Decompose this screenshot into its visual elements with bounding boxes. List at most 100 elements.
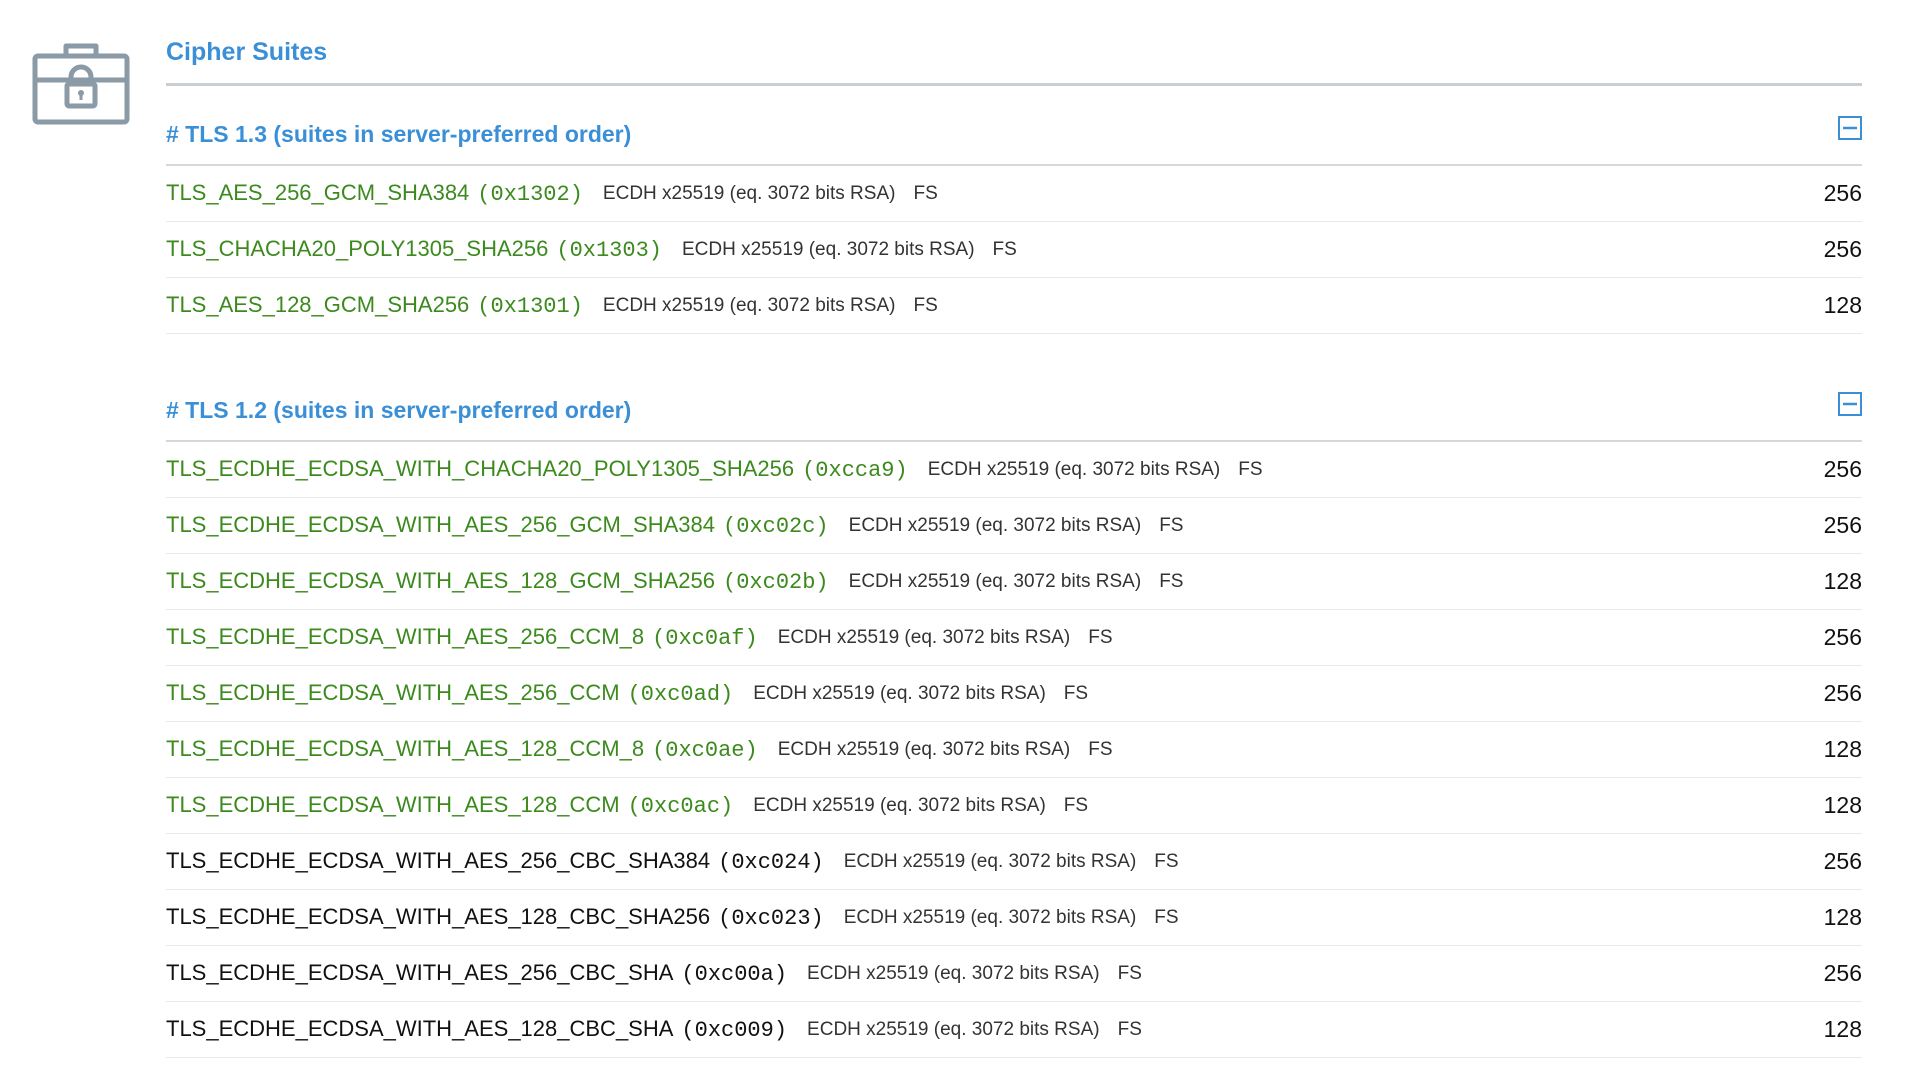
suite-name: TLS_CHACHA20_POLY1305_SHA256 (0x1303) bbox=[166, 236, 662, 263]
forward-secrecy-label: FS bbox=[1117, 962, 1142, 984]
cipher-suite-row: TLS_ECDHE_ECDSA_WITH_AES_128_CCM_8 (0xc0a… bbox=[166, 722, 1862, 778]
key-exchange-info: ECDH x25519 (eq. 3072 bits RSA) bbox=[843, 850, 1137, 872]
suite-name: TLS_ECDHE_ECDSA_WITH_AES_256_CBC_SHA (0xc… bbox=[166, 960, 787, 987]
suite-name-text: TLS_ECDHE_ECDSA_WITH_AES_256_CBC_SHA bbox=[166, 960, 674, 985]
tls13-suite-list: TLS_AES_256_GCM_SHA384 (0x1302) ECDH x2551… bbox=[166, 166, 1862, 334]
suite-name-text: TLS_AES_128_GCM_SHA256 bbox=[166, 292, 470, 317]
forward-secrecy-label: FS bbox=[1159, 570, 1184, 592]
section-title: Cipher Suites bbox=[166, 0, 1862, 86]
key-exchange-info: ECDH x25519 (eq. 3072 bits RSA) bbox=[807, 1018, 1100, 1040]
suite-name-text: TLS_AES_256_GCM_SHA384 bbox=[166, 180, 470, 205]
suite-name: TLS_ECDHE_ECDSA_WITH_AES_256_CCM (0xc0ad) bbox=[166, 680, 733, 707]
cipher-strength-bits: 128 bbox=[1823, 1016, 1862, 1042]
cipher-suite-row: TLS_AES_256_GCM_SHA384 (0x1302) ECDH x2551… bbox=[166, 166, 1862, 222]
cipher-suites-section: Cipher Suites # TLS 1.3 (suites in serve… bbox=[166, 0, 1862, 1058]
cipher-suite-row: TLS_ECDHE_ECDSA_WITH_CHACHA20_POLY1305_S… bbox=[166, 442, 1862, 498]
suite-code: (0xc0ae) bbox=[652, 738, 758, 763]
suite-name-text: TLS_ECDHE_ECDSA_WITH_AES_128_CBC_SHA256 bbox=[166, 904, 711, 929]
cipher-suite-row: TLS_ECDHE_ECDSA_WITH_AES_256_CCM_8 (0xc0a… bbox=[166, 610, 1862, 666]
suite-code: (0xc0af) bbox=[652, 626, 758, 651]
lock-toolbox-icon bbox=[32, 43, 130, 125]
suite-name: TLS_AES_256_GCM_SHA384 (0x1302) bbox=[166, 180, 583, 207]
key-exchange-info: ECDH x25519 (eq. 3072 bits RSA) bbox=[753, 682, 1046, 704]
group-header-tls13: # TLS 1.3 (suites in server-preferred or… bbox=[166, 86, 1862, 166]
suite-code: (0x1303) bbox=[556, 238, 662, 263]
key-exchange-info: ECDH x25519 (eq. 3072 bits RSA) bbox=[777, 626, 1071, 648]
suite-name-text: TLS_ECDHE_ECDSA_WITH_AES_128_GCM_SHA256 bbox=[166, 568, 716, 593]
cipher-suite-row: TLS_CHACHA20_POLY1305_SHA256 (0x1303) ECDH… bbox=[166, 222, 1862, 278]
suite-name: TLS_AES_128_GCM_SHA256 (0x1301) bbox=[166, 292, 583, 319]
cipher-suite-row: TLS_ECDHE_ECDSA_WITH_AES_256_GCM_SHA384 (… bbox=[166, 498, 1862, 554]
key-exchange-info: ECDH x25519 (eq. 3072 bits RSA) bbox=[602, 182, 896, 204]
forward-secrecy-label: FS bbox=[1063, 794, 1089, 816]
suite-name-text: TLS_ECDHE_ECDSA_WITH_AES_256_CBC_SHA384 bbox=[166, 848, 711, 873]
collapse-tls12-minus-square-icon[interactable] bbox=[1838, 392, 1862, 416]
collapse-tls13-minus-square-icon[interactable] bbox=[1838, 116, 1862, 140]
forward-secrecy-label: FS bbox=[1063, 682, 1089, 704]
forward-secrecy-label: FS bbox=[1117, 1018, 1142, 1040]
cipher-suite-row: TLS_ECDHE_ECDSA_WITH_AES_128_GCM_SHA256 (… bbox=[166, 554, 1862, 610]
suite-code: (0xc009) bbox=[681, 1018, 788, 1043]
suite-name-text: TLS_ECDHE_ECDSA_WITH_CHACHA20_POLY1305_S… bbox=[166, 456, 795, 481]
suite-name: TLS_ECDHE_ECDSA_WITH_AES_256_CCM_8 (0xc0a… bbox=[166, 624, 758, 651]
suite-name: TLS_ECDHE_ECDSA_WITH_AES_128_CCM_8 (0xc0a… bbox=[166, 736, 758, 763]
cipher-suites-page: Cipher Suites # TLS 1.3 (suites in serve… bbox=[0, 0, 1920, 1091]
cipher-strength-bits: 256 bbox=[1823, 456, 1862, 482]
suite-code: (0xc0ad) bbox=[627, 682, 734, 707]
forward-secrecy-label: FS bbox=[1154, 906, 1179, 928]
key-exchange-info: ECDH x25519 (eq. 3072 bits RSA) bbox=[777, 738, 1071, 760]
cipher-strength-bits: 128 bbox=[1823, 904, 1862, 930]
key-exchange-info: ECDH x25519 (eq. 3072 bits RSA) bbox=[848, 514, 1142, 536]
cipher-strength-bits: 256 bbox=[1823, 624, 1862, 650]
tls12-suite-list: TLS_ECDHE_ECDSA_WITH_CHACHA20_POLY1305_S… bbox=[166, 442, 1862, 1058]
cipher-strength-bits: 128 bbox=[1823, 292, 1862, 318]
cipher-suite-row: TLS_ECDHE_ECDSA_WITH_AES_128_CBC_SHA256 (… bbox=[166, 890, 1862, 946]
key-exchange-info: ECDH x25519 (eq. 3072 bits RSA) bbox=[682, 238, 975, 260]
suite-name-text: TLS_ECDHE_ECDSA_WITH_AES_256_CCM bbox=[166, 680, 620, 705]
cipher-suite-row: TLS_ECDHE_ECDSA_WITH_AES_256_CCM (0xc0ad)… bbox=[166, 666, 1862, 722]
cipher-suite-row: TLS_ECDHE_ECDSA_WITH_AES_128_CCM (0xc0ac)… bbox=[166, 778, 1862, 834]
suite-name-text: TLS_CHACHA20_POLY1305_SHA256 bbox=[166, 236, 549, 261]
cipher-strength-bits: 256 bbox=[1823, 680, 1862, 706]
cipher-suite-row: TLS_ECDHE_ECDSA_WITH_AES_256_CBC_SHA384 (… bbox=[166, 834, 1862, 890]
key-exchange-info: ECDH x25519 (eq. 3072 bits RSA) bbox=[843, 906, 1137, 928]
suite-name: TLS_ECDHE_ECDSA_WITH_AES_128_CBC_SHA256 (… bbox=[166, 904, 824, 931]
suite-name-text: TLS_ECDHE_ECDSA_WITH_AES_128_CCM bbox=[166, 792, 620, 817]
cipher-strength-bits: 128 bbox=[1823, 792, 1862, 818]
cipher-strength-bits: 256 bbox=[1823, 960, 1862, 986]
cipher-suite-row: TLS_ECDHE_ECDSA_WITH_AES_128_CBC_SHA (0xc… bbox=[166, 1002, 1862, 1058]
group-header-tls12: # TLS 1.2 (suites in server-preferred or… bbox=[166, 362, 1862, 442]
forward-secrecy-label: FS bbox=[1159, 514, 1184, 536]
cipher-strength-bits: 128 bbox=[1823, 736, 1862, 762]
suite-name: TLS_ECDHE_ECDSA_WITH_AES_256_CBC_SHA384 (… bbox=[166, 848, 824, 875]
suite-code: (0xc00a) bbox=[681, 962, 788, 987]
cipher-strength-bits: 256 bbox=[1823, 180, 1862, 206]
cipher-strength-bits: 256 bbox=[1823, 512, 1862, 538]
suite-name: TLS_ECDHE_ECDSA_WITH_AES_128_CBC_SHA (0xc… bbox=[166, 1016, 787, 1043]
key-exchange-info: ECDH x25519 (eq. 3072 bits RSA) bbox=[753, 794, 1046, 816]
key-exchange-info: ECDH x25519 (eq. 3072 bits RSA) bbox=[848, 570, 1142, 592]
suite-name: TLS_ECDHE_ECDSA_WITH_CHACHA20_POLY1305_S… bbox=[166, 456, 908, 483]
suite-name-text: TLS_ECDHE_ECDSA_WITH_AES_256_GCM_SHA384 bbox=[166, 512, 716, 537]
forward-secrecy-label: FS bbox=[1154, 850, 1179, 872]
cipher-strength-bits: 256 bbox=[1823, 848, 1862, 874]
forward-secrecy-label: FS bbox=[913, 182, 938, 204]
suite-code: (0x1301) bbox=[477, 294, 583, 319]
suite-name-text: TLS_ECDHE_ECDSA_WITH_AES_128_CCM_8 bbox=[166, 736, 645, 761]
cipher-suite-row: TLS_AES_128_GCM_SHA256 (0x1301) ECDH x2551… bbox=[166, 278, 1862, 334]
suite-code: (0xcca9) bbox=[802, 458, 908, 483]
suite-name: TLS_ECDHE_ECDSA_WITH_AES_256_GCM_SHA384 (… bbox=[166, 512, 829, 539]
suite-code: (0xc023) bbox=[718, 906, 824, 931]
forward-secrecy-label: FS bbox=[1238, 458, 1263, 480]
forward-secrecy-label: FS bbox=[1088, 626, 1113, 648]
forward-secrecy-label: FS bbox=[1088, 738, 1113, 760]
cipher-suite-row: TLS_ECDHE_ECDSA_WITH_AES_256_CBC_SHA (0xc… bbox=[166, 946, 1862, 1002]
suite-code: (0x1302) bbox=[477, 182, 583, 207]
key-exchange-info: ECDH x25519 (eq. 3072 bits RSA) bbox=[602, 294, 896, 316]
suite-code: (0xc0ac) bbox=[627, 794, 734, 819]
cipher-strength-bits: 256 bbox=[1823, 236, 1862, 262]
key-exchange-info: ECDH x25519 (eq. 3072 bits RSA) bbox=[927, 458, 1221, 480]
suite-code: (0xc024) bbox=[718, 850, 824, 875]
suite-code: (0xc02c) bbox=[723, 514, 829, 539]
group-title-tls12: # TLS 1.2 (suites in server-preferred or… bbox=[166, 397, 632, 423]
